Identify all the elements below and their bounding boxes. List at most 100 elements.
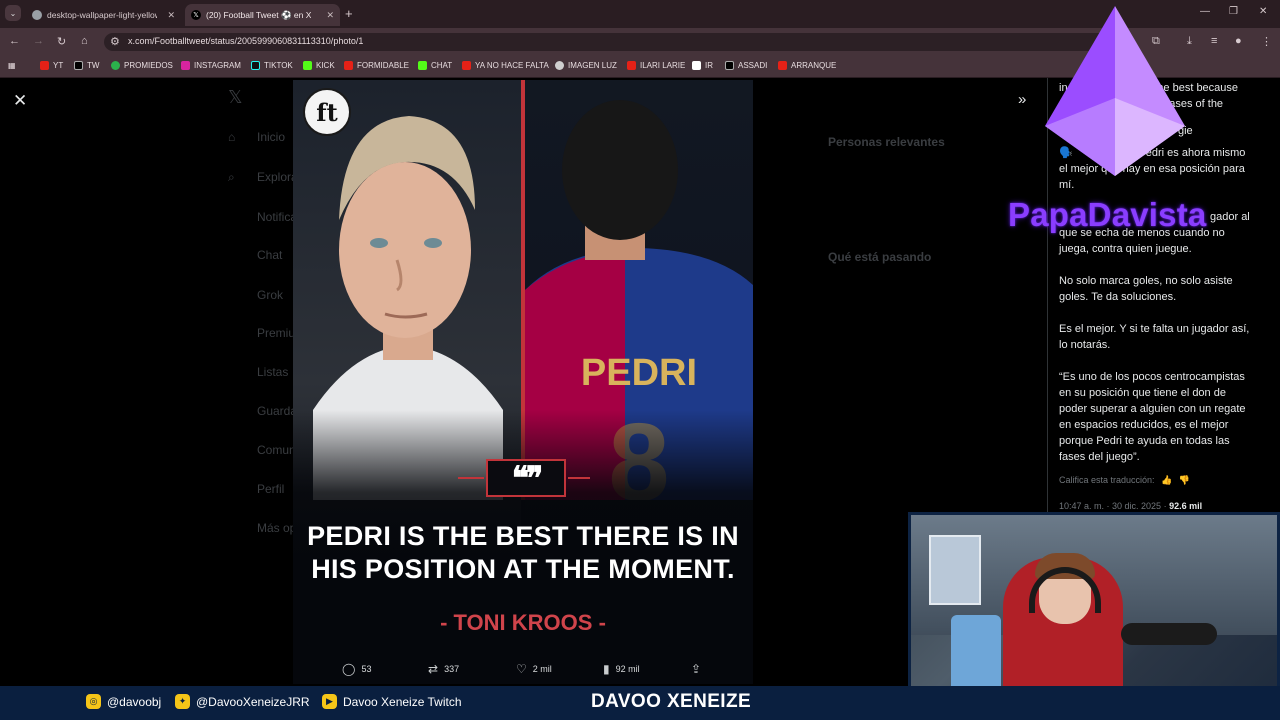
tweet-line: goles. Te da soluciones. [1059, 291, 1177, 303]
youtube-icon: ▶ [322, 694, 337, 709]
heart-icon: ♡ [516, 662, 527, 676]
close-icon[interactable]: ✕ [13, 91, 27, 111]
share-button[interactable]: ⇪ [691, 662, 701, 676]
youtube-icon [462, 61, 471, 70]
back-icon[interactable]: ← [9, 35, 20, 47]
close-window-icon[interactable]: ✕ [1259, 6, 1267, 17]
like-button[interactable]: ♡ 2 mil [516, 662, 552, 676]
mk-icon [692, 61, 701, 70]
x-logo-icon: 𝕏 [228, 87, 243, 107]
reload-icon[interactable]: ↻ [57, 35, 66, 48]
tweet-line: gador al [1210, 211, 1250, 223]
quote-mark: ❝❞ [486, 459, 566, 497]
tweet-line: gie [1178, 125, 1193, 137]
bookmark-promiedos[interactable]: PROMIEDOS [111, 61, 173, 70]
kick-icon [303, 61, 312, 70]
tweet-line: Es el mejor. Y si te falta un jugador as… [1059, 323, 1250, 335]
apps-icon[interactable]: ▦ [8, 61, 16, 70]
sidebar-item-home: Inicio [257, 130, 286, 144]
tweet-line: en espacios reducidos, es el mejor [1059, 419, 1229, 431]
tweet-line: “Es uno de los pocos centrocampistas [1059, 371, 1245, 383]
tab-football-tweet[interactable]: 𝕏 (20) Football Tweet ⚽️ en X ✕ [185, 4, 340, 26]
menu-icon[interactable]: ⋮ [1261, 35, 1272, 48]
sidebar-item-chat: Chat [257, 248, 283, 262]
close-tab-icon[interactable]: ✕ [326, 10, 334, 21]
relevant-people-heading: Personas relevantes [828, 135, 945, 149]
bookmark-imagen-luz[interactable]: IMAGEN LUZ [555, 61, 617, 70]
restore-icon[interactable]: ❐ [1229, 6, 1238, 17]
url-text[interactable]: x.com/Footballtweet/status/2005999060831… [128, 36, 363, 46]
bookmark-tiktok[interactable]: TIKTOK [251, 61, 293, 70]
bookmark-formidable[interactable]: FORMIDABLE [344, 61, 409, 70]
tweet-line: fases del juego”. [1059, 451, 1140, 463]
quote-line-left [458, 477, 484, 479]
tweet-line: No solo marca goles, no solo asiste [1059, 275, 1233, 287]
thumbs-down-icon[interactable]: 👎 [1179, 475, 1190, 485]
youtube-icon [778, 61, 787, 70]
profile-avatar-icon[interactable]: ● [1235, 35, 1242, 47]
bookmark-instagram[interactable]: INSTAGRAM [181, 61, 241, 70]
bookmark-ir[interactable]: IR [692, 61, 713, 70]
home-icon: ⌂ [228, 130, 236, 144]
bookmark-kick[interactable]: KICK [303, 61, 335, 70]
quote-author: - TONI KROOS - [440, 610, 606, 635]
bookmark-ya-no-hace-falta[interactable]: YA NO HACE FALTA [462, 61, 549, 70]
forward-icon[interactable]: → [33, 35, 44, 47]
webcam-poster [929, 535, 981, 605]
instagram-icon [181, 61, 190, 70]
bookmark-chat[interactable]: CHAT [418, 61, 452, 70]
collapse-panel-icon[interactable]: » [1018, 91, 1026, 108]
streamer-logo-crystal [1045, 6, 1185, 176]
new-tab-icon[interactable]: + [345, 6, 353, 21]
site-info-icon[interactable]: ⚙ [110, 35, 120, 48]
tab-title: (20) Football Tweet ⚽️ en X [206, 9, 312, 20]
bookmark-yt[interactable]: YT [40, 61, 63, 70]
social-instagram: ◎ @davoobj [86, 694, 161, 709]
bookmark-arranque[interactable]: ARRANQUE [778, 61, 836, 70]
tab-search-button[interactable]: ⌄ [5, 5, 21, 21]
x-logo-icon [74, 61, 83, 70]
tweet-line: lo notarás. [1059, 339, 1111, 351]
youtube-icon [627, 61, 636, 70]
channel-name: DAVOO XENEIZE [591, 691, 752, 712]
whats-happening-heading: Qué está pasando [828, 250, 932, 264]
repost-button[interactable]: ⇄ 337 [428, 662, 459, 676]
bookmark-ilari-larie[interactable]: ILARI LARIE [627, 61, 685, 70]
share-icon: ⇪ [691, 662, 702, 676]
bookmark-tw[interactable]: TW [74, 61, 99, 70]
youtube-icon [40, 61, 49, 70]
microphone [1121, 623, 1217, 645]
tweet-line: porque Pedri te ayuda en todas las [1059, 435, 1230, 447]
reply-button[interactable]: ◯ 53 [342, 662, 371, 676]
reading-list-icon[interactable]: ≡ [1211, 35, 1217, 47]
thumbs-up-icon[interactable]: 👍 [1161, 475, 1172, 485]
minimize-icon[interactable]: — [1200, 6, 1210, 17]
x-logo-icon: 𝕏 [191, 10, 201, 20]
tweet-actions: ◯ 53 ⇄ 337 ♡ 2 mil ▮ 92 mil ⇪ [330, 662, 710, 682]
instagram-icon: ◎ [86, 694, 101, 709]
tab-wallpaper[interactable]: desktop-wallpaper-light-yellow ✕ [26, 4, 181, 26]
twitter-icon: ✦ [175, 694, 190, 709]
quote-text: PEDRI IS THE BEST THERE IS IN HIS POSITI… [307, 521, 739, 584]
football-tweet-logo: ft [303, 88, 351, 136]
views-chart-icon: ▮ [603, 662, 610, 676]
globe-icon [32, 10, 42, 20]
tweet-line: poder superar a alguien con un regate [1059, 403, 1246, 415]
tab-title: desktop-wallpaper-light-yellow [47, 10, 157, 20]
bookmark-assadi[interactable]: ASSADI [725, 61, 767, 70]
kick-icon [418, 61, 427, 70]
quote-line-right [568, 477, 590, 479]
promiedos-icon [111, 61, 120, 70]
tweet-photo[interactable]: PEDRI 8 ft ❝❞ PEDRI IS THE BEST THERE IS… [293, 80, 753, 684]
x-logo-icon [725, 61, 734, 70]
views-button[interactable]: ▮ 92 mil [603, 662, 640, 676]
streamer-name: PapaDavista [1008, 196, 1207, 233]
social-twitter: ✦ @DavooXeneizeJRR [175, 694, 310, 709]
tweet-line: juega, contra quien juegue. [1059, 243, 1192, 255]
home-icon[interactable]: ⌂ [81, 35, 88, 47]
sidebar-item-profile: Perfil [257, 482, 285, 496]
close-tab-icon[interactable]: ✕ [167, 10, 175, 21]
social-youtube: ▶ Davoo Xeneize Twitch [322, 694, 462, 709]
reply-icon: ◯ [342, 662, 356, 676]
search-icon: ⌕ [228, 170, 235, 184]
